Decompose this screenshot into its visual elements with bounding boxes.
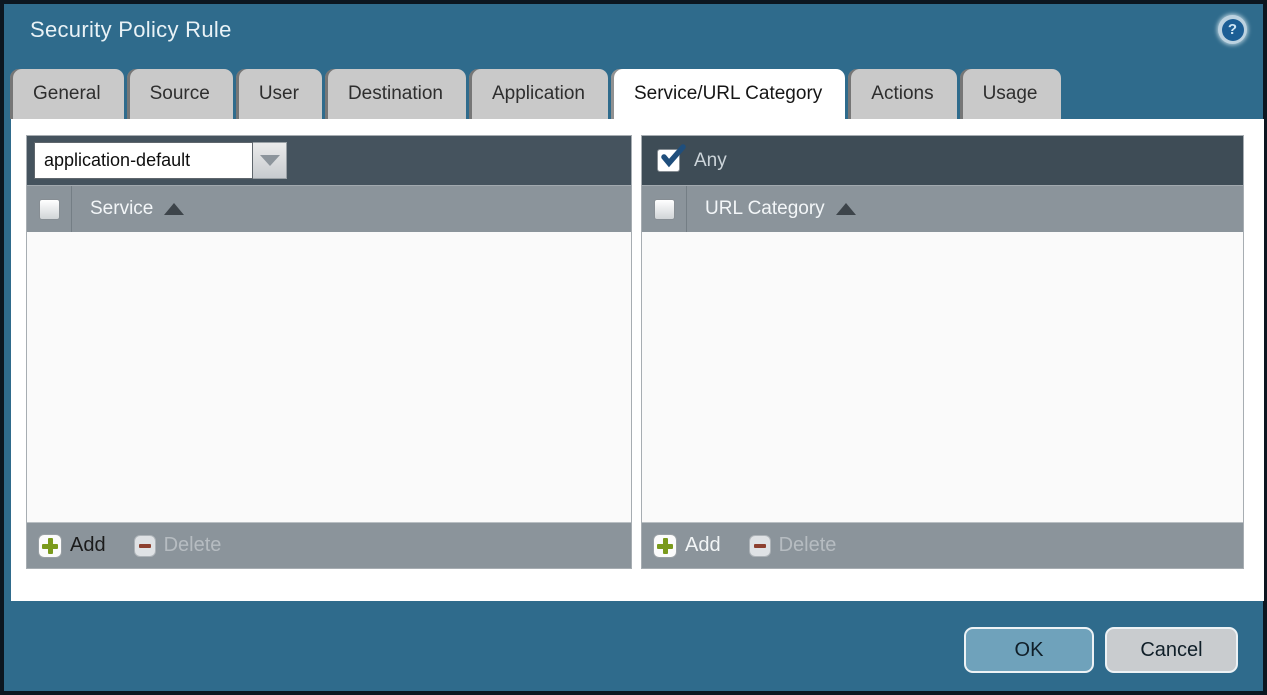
ok-button[interactable]: OK — [964, 627, 1094, 673]
service-header-checkbox-cell — [27, 186, 72, 232]
dialog-title: Security Policy Rule — [30, 17, 232, 43]
url-category-list — [642, 232, 1243, 522]
sort-ascending-icon — [836, 203, 856, 215]
url-category-toolbar: Any — [642, 136, 1243, 185]
help-icon[interactable]: ? — [1218, 15, 1247, 44]
url-category-column-label: URL Category — [705, 198, 825, 220]
url-category-add-label: Add — [685, 534, 721, 557]
url-category-select-all-checkbox[interactable] — [654, 199, 675, 220]
url-category-add-button[interactable]: Add — [653, 534, 721, 558]
tab-actions[interactable]: Actions — [848, 69, 956, 119]
url-category-delete-label: Delete — [779, 534, 837, 557]
url-category-any-label: Any — [694, 150, 727, 172]
service-column-header[interactable]: Service — [27, 185, 631, 232]
service-delete-button[interactable]: Delete — [134, 534, 222, 557]
url-category-footer: Add Delete — [642, 522, 1243, 568]
tab-application[interactable]: Application — [469, 69, 608, 119]
service-footer: Add Delete — [27, 522, 631, 568]
service-column-label: Service — [90, 198, 153, 220]
minus-icon — [134, 535, 156, 557]
service-type-dropdown[interactable]: application-default — [34, 142, 287, 179]
url-category-any-checkbox[interactable] — [657, 149, 680, 172]
sort-ascending-icon — [164, 203, 184, 215]
service-type-dropdown-value[interactable]: application-default — [34, 142, 253, 179]
tab-usage[interactable]: Usage — [960, 69, 1061, 119]
help-question-glyph: ? — [1222, 19, 1244, 41]
service-toolbar: application-default — [27, 136, 631, 185]
service-delete-label: Delete — [164, 534, 222, 557]
checkmark-icon — [659, 144, 686, 169]
tab-source[interactable]: Source — [127, 69, 233, 119]
service-select-all-checkbox[interactable] — [39, 199, 60, 220]
tab-bar: General Source User Destination Applicat… — [10, 69, 1061, 119]
minus-icon — [749, 535, 771, 557]
service-list — [27, 232, 631, 522]
url-category-delete-button[interactable]: Delete — [749, 534, 837, 557]
url-category-header-checkbox-cell — [642, 186, 687, 232]
security-policy-rule-dialog: Security Policy Rule ? General Source Us… — [0, 0, 1267, 695]
tab-user[interactable]: User — [236, 69, 322, 119]
url-category-any-row: Any — [649, 149, 727, 172]
tab-destination[interactable]: Destination — [325, 69, 466, 119]
service-add-button[interactable]: Add — [38, 534, 106, 558]
cancel-button[interactable]: Cancel — [1105, 627, 1238, 673]
service-add-label: Add — [70, 534, 106, 557]
service-type-dropdown-button[interactable] — [253, 142, 287, 179]
tab-service-url-category[interactable]: Service/URL Category — [611, 69, 845, 119]
tab-general[interactable]: General — [10, 69, 124, 119]
url-category-column-header[interactable]: URL Category — [642, 185, 1243, 232]
plus-icon — [38, 534, 62, 558]
tab-content-area: application-default Service — [11, 119, 1264, 601]
chevron-down-icon — [260, 155, 280, 166]
service-panel: application-default Service — [26, 135, 632, 569]
url-category-panel: Any URL Category Add — [641, 135, 1244, 569]
plus-icon — [653, 534, 677, 558]
